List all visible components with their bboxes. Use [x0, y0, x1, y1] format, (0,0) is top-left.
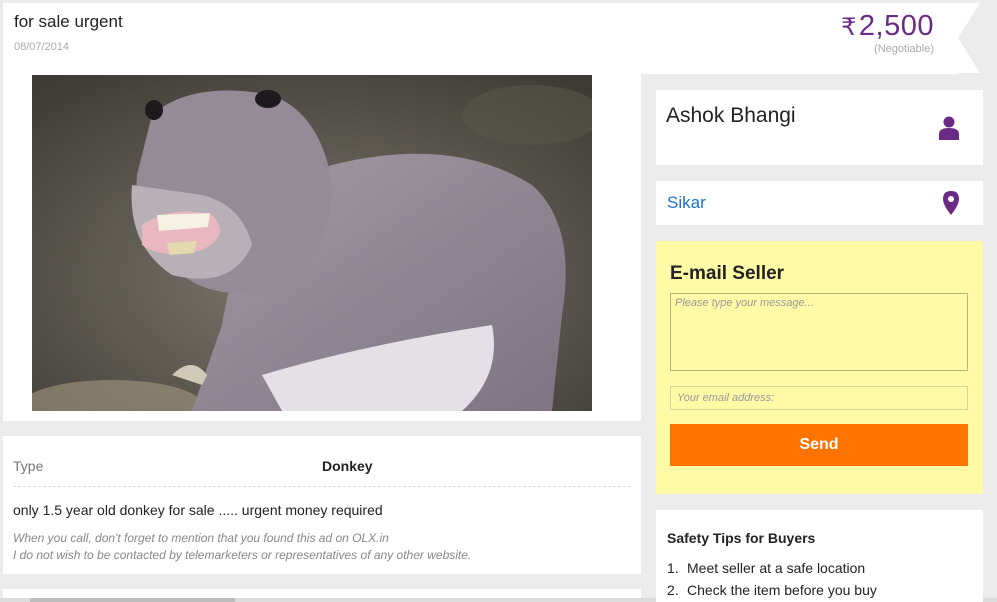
email-seller-title: E-mail Seller [670, 263, 785, 284]
listing-price: ₹2,500 [841, 10, 934, 43]
divider [13, 486, 631, 487]
listing-title: for sale urgent [14, 12, 123, 31]
type-value: Donkey [322, 458, 373, 474]
seller-name: Ashok Bhangi [666, 104, 796, 127]
details-card: Type Donkey only 1.5 year old donkey for… [3, 436, 641, 574]
rupee-icon: ₹ [841, 14, 857, 41]
email-field[interactable] [670, 386, 968, 410]
listing-header: for sale urgent 08/07/2014 ₹2,500 (Negot… [3, 3, 958, 74]
map-pin-icon [943, 191, 959, 215]
email-seller-panel: E-mail Seller Send [656, 241, 983, 494]
header-flag-decoration [958, 3, 980, 73]
message-field[interactable] [670, 293, 968, 371]
user-icon [939, 116, 959, 140]
price-value: 2,500 [858, 10, 934, 42]
type-label: Type [13, 458, 44, 474]
listing-date: 08/07/2014 [14, 41, 70, 53]
contact-note: I do not wish to be contacted by telemar… [13, 548, 472, 562]
list-item: 1. Meet seller at a safe location [667, 560, 866, 576]
scrollbar-thumb[interactable] [30, 598, 235, 602]
listing-description: only 1.5 year old donkey for sale ..... … [13, 502, 383, 518]
contact-note: When you call, don't forget to mention t… [13, 531, 389, 545]
list-item: 2. Check the item before you buy [667, 582, 877, 598]
safety-tips-card: Safety Tips for Buyers 1. Meet seller at … [656, 510, 983, 602]
negotiable-label: (Negotiable) [874, 43, 934, 55]
photo-card [3, 74, 641, 421]
listing-photo[interactable] [32, 75, 592, 411]
safety-tips-title: Safety Tips for Buyers [667, 530, 816, 546]
seller-card: Ashok Bhangi [656, 90, 983, 165]
location-link[interactable]: Sikar [667, 193, 706, 213]
donkey-photo [32, 75, 592, 411]
location-card: Sikar [656, 181, 983, 225]
send-button[interactable]: Send [670, 424, 968, 466]
